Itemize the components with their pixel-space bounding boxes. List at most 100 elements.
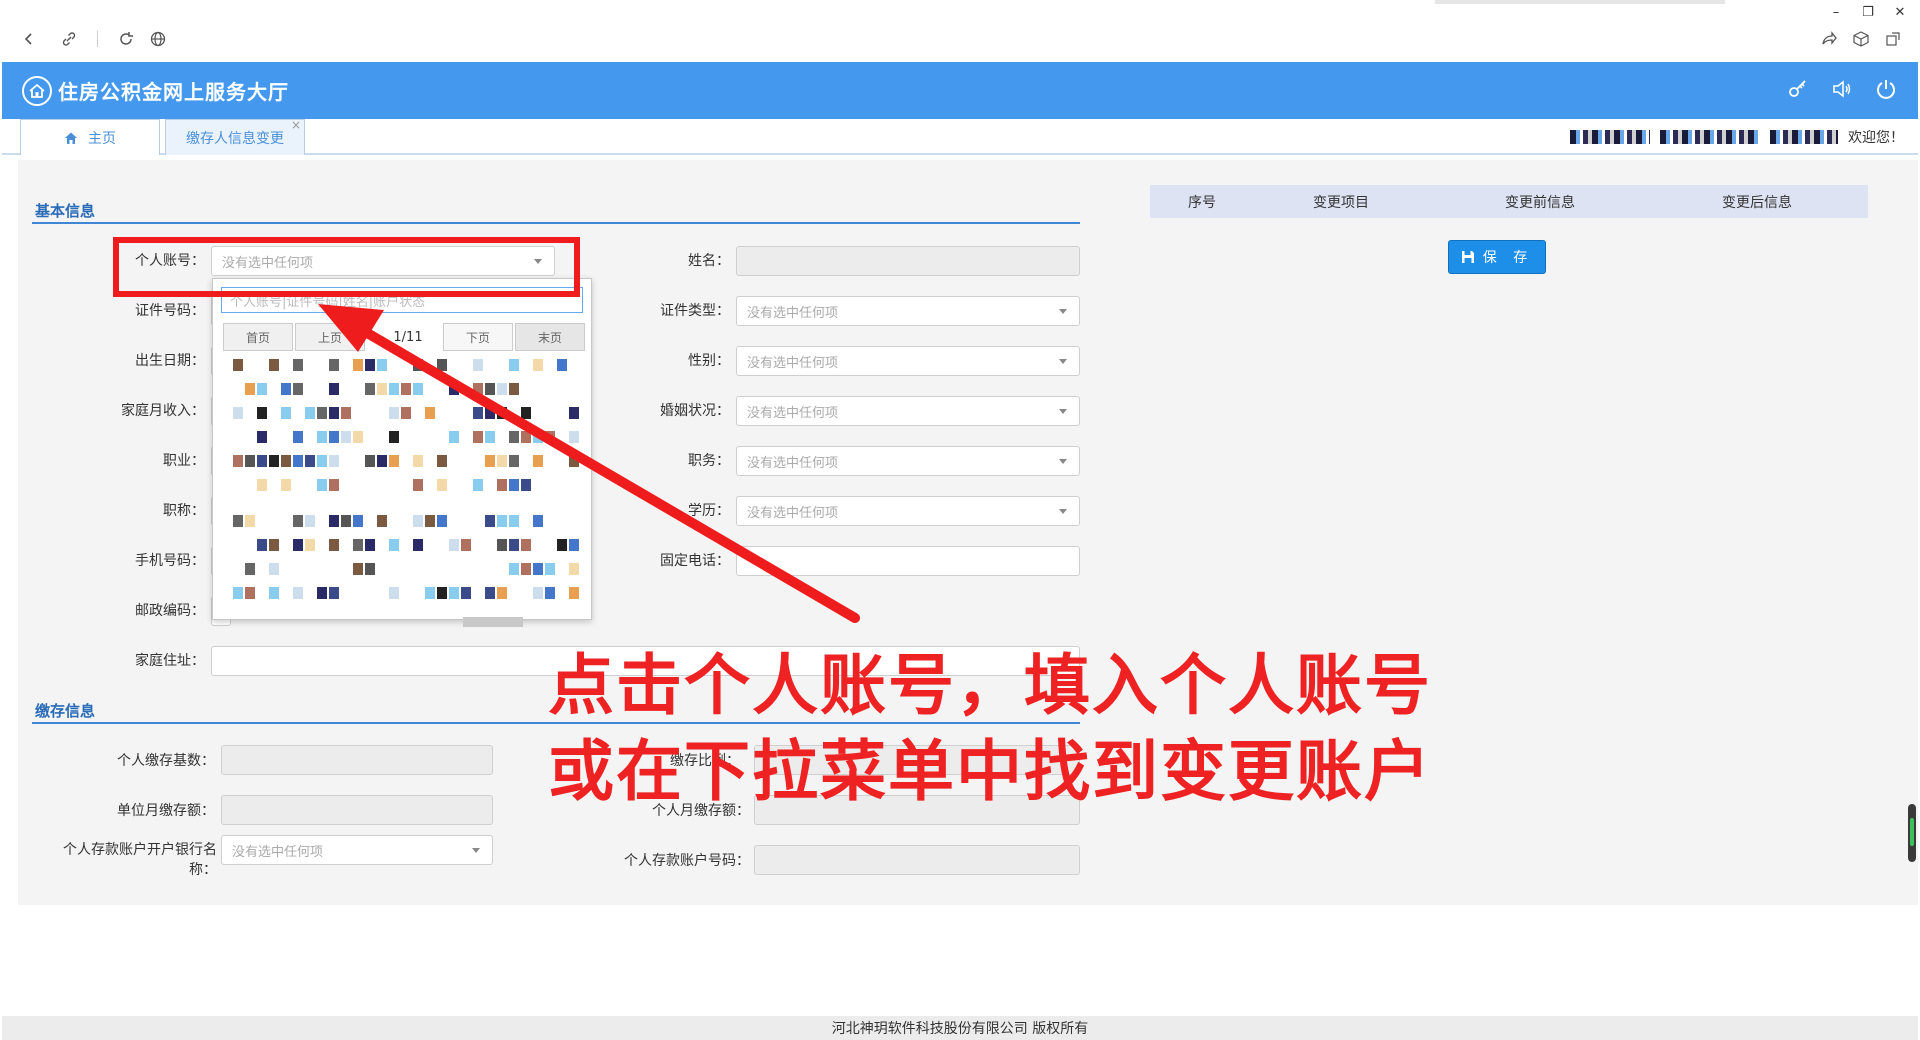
- chevron-down-icon: [1059, 409, 1067, 414]
- label-birth: 出生日期：: [135, 353, 205, 369]
- footer: 河北神玥软件科技股份有限公司 版权所有: [2, 1016, 1918, 1040]
- save-button-label: 保 存: [1482, 250, 1534, 266]
- label-id-type: 证件类型：: [660, 303, 730, 319]
- tab-bar: 主页 缴存人信息变更 × 欢迎您！: [2, 118, 1918, 155]
- marital-placeholder: 没有选中任何项: [747, 405, 839, 421]
- label-unit-monthly: 单位月缴存额：: [117, 803, 215, 819]
- speaker-icon[interactable]: [1827, 74, 1857, 104]
- minimize-button[interactable]: –: [1824, 2, 1848, 22]
- label-bank-name: 个人存款账户开户银行名 称：: [40, 840, 217, 880]
- chevron-down-icon: [1059, 309, 1067, 314]
- browser-toolbar: – ❐ ✕: [0, 0, 1920, 62]
- dropdown-row[interactable]: [221, 407, 591, 421]
- dropdown-row[interactable]: [221, 431, 591, 445]
- tab-home-label: 主页: [88, 130, 116, 147]
- dropdown-row[interactable]: [221, 563, 591, 577]
- education-select[interactable]: 没有选中任何项: [736, 496, 1080, 526]
- dropdown-row[interactable]: [221, 515, 591, 529]
- dropdown-row[interactable]: [221, 455, 591, 469]
- gender-select[interactable]: 没有选中任何项: [736, 346, 1080, 376]
- user-info: 欢迎您！: [1570, 127, 1904, 147]
- share-icon[interactable]: [1818, 28, 1840, 50]
- save-button[interactable]: 保 存: [1448, 240, 1546, 274]
- page-next-button[interactable]: 下页: [443, 323, 513, 351]
- annotation-text-line2: 或在下拉菜单中找到变更账户: [548, 733, 1432, 810]
- label-deposit-base: 个人缴存基数：: [117, 753, 215, 769]
- column-header-index: 序号: [1188, 194, 1216, 211]
- account-dropdown[interactable]: 个人账号|证件号码|姓名|账户状态 首页 上页 1/11 下页 末页: [212, 278, 592, 627]
- power-icon[interactable]: [1871, 74, 1901, 104]
- duty-select[interactable]: 没有选中任何项: [736, 446, 1080, 476]
- cube-icon[interactable]: [1850, 28, 1872, 50]
- label-bank-account: 个人存款账户号码：: [624, 853, 750, 869]
- label-bank-name-line1: 个人存款账户开户银行名: [63, 842, 217, 858]
- label-education: 学历：: [688, 503, 730, 519]
- dropdown-row[interactable]: [221, 587, 591, 601]
- label-name: 姓名：: [688, 253, 730, 269]
- tab-close-icon[interactable]: ×: [291, 118, 301, 132]
- home-icon: [64, 131, 78, 145]
- deposit-base-input[interactable]: [221, 745, 493, 775]
- dropdown-row[interactable]: [221, 539, 591, 553]
- dropdown-account-list: [221, 359, 591, 609]
- name-input[interactable]: [736, 246, 1080, 276]
- bank-name-placeholder: 没有选中任何项: [232, 844, 324, 860]
- change-table-header: 序号 变更项目 变更前信息 变更后信息: [1150, 185, 1868, 218]
- dropdown-row[interactable]: [221, 383, 591, 397]
- label-occupation: 职业：: [163, 453, 205, 469]
- unit-monthly-input[interactable]: [221, 795, 493, 825]
- page-scrollbar-thumb[interactable]: [1910, 818, 1914, 846]
- tab-home[interactable]: 主页: [20, 119, 160, 155]
- restore-button[interactable]: ❐: [1856, 2, 1880, 22]
- id-type-placeholder: 没有选中任何项: [747, 305, 839, 321]
- user-name-masked: [1570, 130, 1650, 144]
- label-mobile: 手机号码：: [135, 553, 205, 569]
- id-type-select[interactable]: 没有选中任何项: [736, 296, 1080, 326]
- close-window-button[interactable]: ✕: [1888, 2, 1912, 22]
- annotation-text-line1: 点击个人账号，填入个人账号: [548, 647, 1432, 724]
- label-duty: 职务：: [688, 453, 730, 469]
- label-income: 家庭月收入：: [121, 403, 205, 419]
- user-unit-masked: [1660, 130, 1760, 144]
- section-deposit-info: 缴存信息: [35, 702, 96, 720]
- bank-account-input[interactable]: [754, 845, 1080, 875]
- reload-icon[interactable]: [115, 28, 137, 50]
- section-basic-divider: [32, 222, 1080, 224]
- toolbar-divider: [97, 31, 98, 47]
- tab-change-label: 缴存人信息变更: [186, 130, 284, 147]
- label-title: 职称：: [163, 503, 205, 519]
- screenshot-icon[interactable]: [1882, 28, 1904, 50]
- highlight-box: [113, 237, 580, 297]
- label-gender: 性别：: [688, 353, 730, 369]
- globe-icon[interactable]: [147, 28, 169, 50]
- marital-select[interactable]: 没有选中任何项: [736, 396, 1080, 426]
- chevron-down-icon: [472, 848, 480, 853]
- column-header-before: 变更前信息: [1505, 194, 1575, 211]
- tab-strip-edge: [1435, 0, 1725, 4]
- key-icon[interactable]: [1783, 74, 1813, 104]
- label-marital: 婚姻状况：: [660, 403, 730, 419]
- save-icon: [1461, 250, 1475, 264]
- tab-depositor-change[interactable]: 缴存人信息变更 ×: [165, 118, 305, 155]
- gender-placeholder: 没有选中任何项: [747, 355, 839, 371]
- dropdown-row[interactable]: [221, 359, 591, 373]
- chevron-down-icon: [1059, 509, 1067, 514]
- dropdown-scrollbar[interactable]: [463, 617, 523, 627]
- bank-name-select[interactable]: 没有选中任何项: [221, 835, 493, 865]
- duty-placeholder: 没有选中任何项: [747, 455, 839, 471]
- label-phone: 固定电话：: [660, 553, 730, 569]
- column-header-item: 变更项目: [1313, 194, 1369, 211]
- app-title: 住房公积金网上服务大厅: [58, 80, 289, 104]
- section-basic-info: 基本信息: [35, 202, 96, 220]
- link-icon[interactable]: [58, 28, 80, 50]
- label-postcode: 邮政编码：: [135, 603, 205, 619]
- page-first-button[interactable]: 首页: [223, 323, 293, 351]
- chevron-down-icon: [1059, 459, 1067, 464]
- phone-input[interactable]: [736, 546, 1080, 576]
- dropdown-row[interactable]: [221, 479, 591, 493]
- chevron-left-icon[interactable]: [18, 28, 40, 50]
- user-extra-masked: [1770, 130, 1838, 144]
- page-last-button[interactable]: 末页: [515, 323, 585, 351]
- education-placeholder: 没有选中任何项: [747, 505, 839, 521]
- page-prev-button[interactable]: 上页: [295, 323, 365, 351]
